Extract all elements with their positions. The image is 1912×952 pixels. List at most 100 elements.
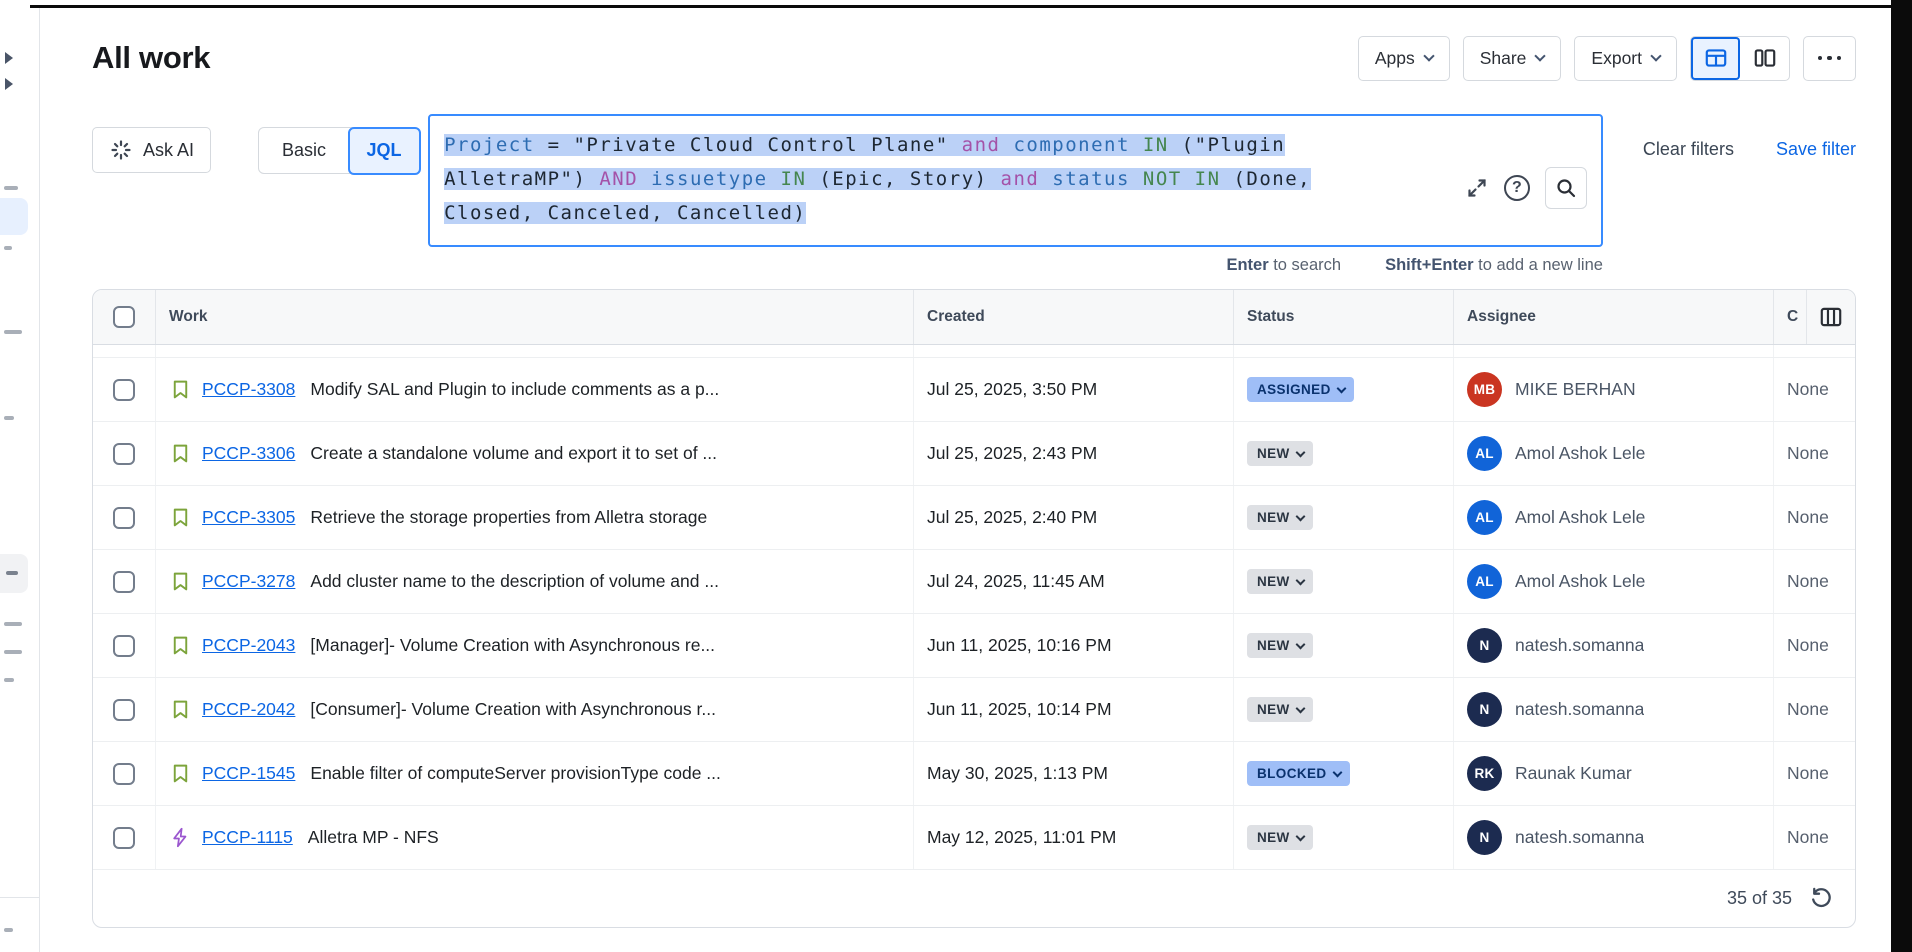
story-icon [169,634,192,657]
row-checkbox[interactable] [113,571,135,593]
clipped-value: None [1787,827,1829,848]
chevron-down-icon [1650,50,1661,61]
column-header-created[interactable]: Created [913,290,1233,344]
avatar: MB [1467,372,1502,407]
column-header-status[interactable]: Status [1233,290,1453,344]
issue-summary: Create a standalone volume and export it… [310,443,717,464]
column-header-assignee[interactable]: Assignee [1453,290,1773,344]
issue-key-link[interactable]: PCCP-1545 [202,763,295,784]
status-badge[interactable]: NEW [1247,697,1313,722]
share-button[interactable]: Share [1463,36,1562,81]
assignee-cell[interactable]: MB MIKE BERHAN [1453,358,1773,421]
assignee-cell[interactable]: ALAmol Ashok Lele [1453,422,1773,485]
basic-mode-button[interactable]: Basic [259,128,349,173]
work-cell: PCCP-1115Alletra MP - NFS [155,806,913,869]
table-row[interactable]: PCCP-3308Modify SAL and Plugin to includ… [93,358,1855,422]
detail-view-button[interactable] [1740,37,1789,80]
expand-icon [1465,176,1489,200]
sidebar-expand-icon[interactable] [5,52,13,64]
sidebar-expand-icon[interactable] [5,78,13,90]
chevron-down-icon [1295,703,1305,713]
assignee-name: natesh.somanna [1515,699,1644,720]
row-checkbox[interactable] [113,699,135,721]
status-badge[interactable]: NEW [1247,441,1313,466]
assignee-cell[interactable]: ALAmol Ashok Lele [1453,550,1773,613]
story-issue-type [169,506,192,529]
search-button[interactable] [1545,167,1587,209]
help-icon[interactable]: ? [1504,175,1530,201]
sidebar-item-selected[interactable] [0,198,28,235]
table-view-button[interactable] [1691,37,1740,80]
table-row[interactable]: PCCP-2042[Consumer]- Volume Creation wit… [93,678,1855,742]
status-badge[interactable]: NEW [1247,633,1313,658]
row-select-cell [93,422,155,485]
issue-key-link[interactable]: PCCP-2042 [202,699,295,720]
issue-key-link[interactable]: PCCP-3278 [202,571,295,592]
chevron-down-icon [1295,575,1305,585]
expand-editor-button[interactable] [1465,176,1489,200]
avatar: AL [1467,436,1502,471]
table-row[interactable]: PCCP-1115Alletra MP - NFSMay 12, 2025, 1… [93,806,1855,870]
row-select-cell [93,358,155,421]
table-row[interactable]: PCCP-3305Retrieve the storage properties… [93,486,1855,550]
table-row[interactable]: PCCP-3306 Create a standalone volume and … [93,422,1855,486]
jql-editor-wrap: Project = "Private Cloud Control Plane" … [428,114,1603,275]
save-filter-button[interactable]: Save filter [1776,139,1856,160]
status-cell: NEW [1233,614,1453,677]
created-cell: May 30, 2025, 1:13 PM [913,742,1233,805]
status-badge[interactable]: NEW [1247,505,1313,530]
issue-key-link[interactable]: PCCP-3306 [202,443,295,464]
column-settings-button[interactable] [1806,290,1855,344]
issue-key-link[interactable]: PCCP-3305 [202,507,295,528]
story-issue-type [169,378,192,401]
row-checkbox[interactable] [113,443,135,465]
clipped-cell: None [1773,678,1855,741]
more-button[interactable] [1803,36,1856,81]
assignee-cell[interactable]: ALAmol Ashok Lele [1453,486,1773,549]
table-row[interactable]: PCCP-1545Enable filter of computeServer … [93,742,1855,806]
status-label: NEW [1257,574,1290,589]
status-badge[interactable]: ASSIGNED [1247,377,1354,402]
issue-key-link[interactable]: PCCP-2043 [202,635,295,656]
assignee-name: natesh.somanna [1515,827,1644,848]
table-row[interactable]: PCCP-2043[Manager]- Volume Creation with… [93,614,1855,678]
row-select-cell [93,550,155,613]
issue-key-link[interactable]: PCCP-1115 [202,827,293,848]
assignee-cell[interactable]: Nnatesh.somanna [1453,806,1773,869]
assignee-cell[interactable]: RKRaunak Kumar [1453,742,1773,805]
status-label: NEW [1257,510,1290,525]
export-button[interactable]: Export [1574,36,1677,81]
sidebar-rail [0,8,40,952]
apps-button[interactable]: Apps [1358,36,1450,81]
select-all-checkbox[interactable] [113,306,135,328]
jql-mode-button[interactable]: JQL [348,127,421,175]
assignee-name: Amol Ashok Lele [1515,507,1645,528]
status-label: NEW [1257,702,1290,717]
created-cell: Jul 25, 2025, 3:50 PM [913,358,1233,421]
issue-key-link[interactable]: PCCP-3308 [202,379,295,400]
assignee-cell[interactable]: Nnatesh.somanna [1453,614,1773,677]
row-checkbox[interactable] [113,507,135,529]
row-checkbox[interactable] [113,827,135,849]
status-badge[interactable]: BLOCKED [1247,761,1350,786]
sidebar-fragment [4,416,14,420]
sidebar-fragment [4,678,14,682]
created-cell: Jun 11, 2025, 10:16 PM [913,614,1233,677]
clear-filters-button[interactable]: Clear filters [1643,139,1734,160]
ask-ai-button[interactable]: Ask AI [92,127,211,173]
refresh-button[interactable] [1808,886,1833,911]
row-checkbox[interactable] [113,763,135,785]
status-badge[interactable]: NEW [1247,569,1313,594]
assignee-cell[interactable]: Nnatesh.somanna [1453,678,1773,741]
column-header-work[interactable]: Work [155,290,913,344]
avatar: N [1467,692,1502,727]
assignee-name: MIKE BERHAN [1515,379,1636,400]
jql-input[interactable]: Project = "Private Cloud Control Plane" … [428,114,1603,247]
story-icon [169,442,192,465]
row-checkbox[interactable] [113,635,135,657]
table-row[interactable]: PCCP-3278Add cluster name to the descrip… [93,550,1855,614]
row-checkbox[interactable] [113,379,135,401]
status-badge[interactable]: NEW [1247,825,1313,850]
chevron-down-icon [1535,50,1546,61]
chevron-down-icon [1423,50,1434,61]
